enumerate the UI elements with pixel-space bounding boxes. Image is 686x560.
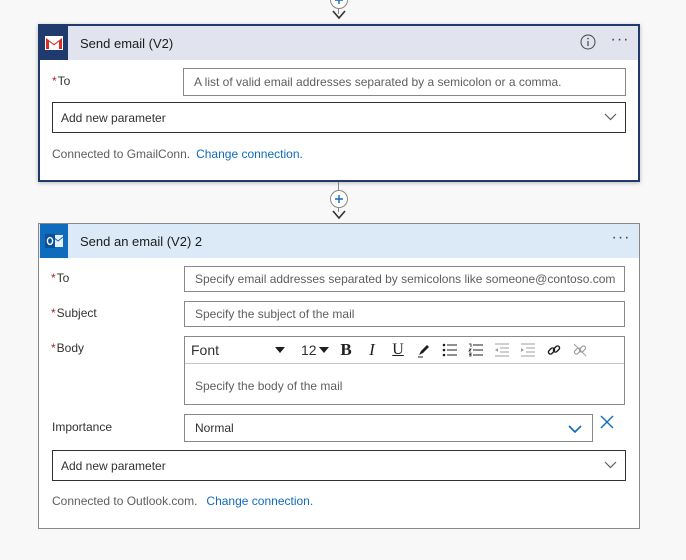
highlight-icon[interactable] [411,338,437,362]
plus-icon [335,195,343,203]
info-icon[interactable] [580,34,596,50]
body-label: *Body [51,341,85,355]
bold-icon[interactable]: B [333,338,359,362]
to-label: *To [51,271,70,285]
arrow-down-icon [332,10,346,20]
insert-step-button[interactable] [330,190,348,208]
add-new-parameter-dropdown[interactable]: Add new parameter [52,102,626,133]
insert-link-icon[interactable] [541,338,567,362]
remove-link-icon[interactable] [567,338,593,362]
gmail-icon [40,26,68,60]
importance-label: Importance [52,420,113,434]
add-new-parameter-dropdown[interactable]: Add new parameter [52,450,626,481]
more-options-icon[interactable]: ··· [611,230,631,248]
body-rich-text-editor[interactable]: Font 12 B I U Specify the body of the ma… [184,336,625,405]
more-options-icon[interactable]: ··· [610,32,630,50]
plus-icon [335,0,343,4]
card-title: Send email (V2) [80,35,174,51]
to-label: *To [52,74,71,88]
outlook-icon [40,224,68,258]
connection-info: Connected to GmailConn. Change connection… [52,147,303,161]
clear-importance-icon[interactable] [599,414,615,430]
chevron-down-icon [568,425,582,434]
font-family-dropdown[interactable]: Font [185,342,293,358]
underline-icon[interactable]: U [385,338,411,362]
caret-down-icon [319,347,329,353]
arrow-down-icon [332,210,346,220]
card-header[interactable]: Send email (V2) ··· [40,26,638,60]
card-title: Send an email (V2) 2 [80,233,203,249]
change-connection-link[interactable]: Change connection. [196,147,303,161]
outlook-send-email-card[interactable]: Send an email (V2) 2 ··· *To Specify ema… [38,223,640,529]
increase-indent-icon[interactable] [515,338,541,362]
font-size-dropdown[interactable]: 12 [293,342,333,358]
to-input[interactable]: Specify email addresses separated by sem… [184,266,625,292]
body-placeholder: Specify the body of the mail [195,379,343,393]
subject-label: *Subject [51,306,97,320]
bullet-list-icon[interactable] [437,338,463,362]
rte-toolbar: Font 12 B I U [185,337,624,364]
chevron-down-icon [604,113,617,121]
subject-input[interactable]: Specify the subject of the mail [184,301,625,327]
card-header[interactable]: Send an email (V2) 2 ··· [39,224,639,258]
importance-dropdown[interactable]: Normal [184,414,593,442]
change-connection-link[interactable]: Change connection. [206,494,313,508]
italic-icon[interactable]: I [359,338,385,362]
caret-down-icon [275,347,285,353]
gmail-send-email-card[interactable]: Send email (V2) ··· *To A list of valid … [38,24,640,182]
chevron-down-icon [604,461,617,469]
numbered-list-icon[interactable] [463,338,489,362]
decrease-indent-icon[interactable] [489,338,515,362]
connection-info: Connected to Outlook.com. Change connecti… [52,494,314,508]
to-input[interactable]: A list of valid email addresses separate… [183,68,626,96]
